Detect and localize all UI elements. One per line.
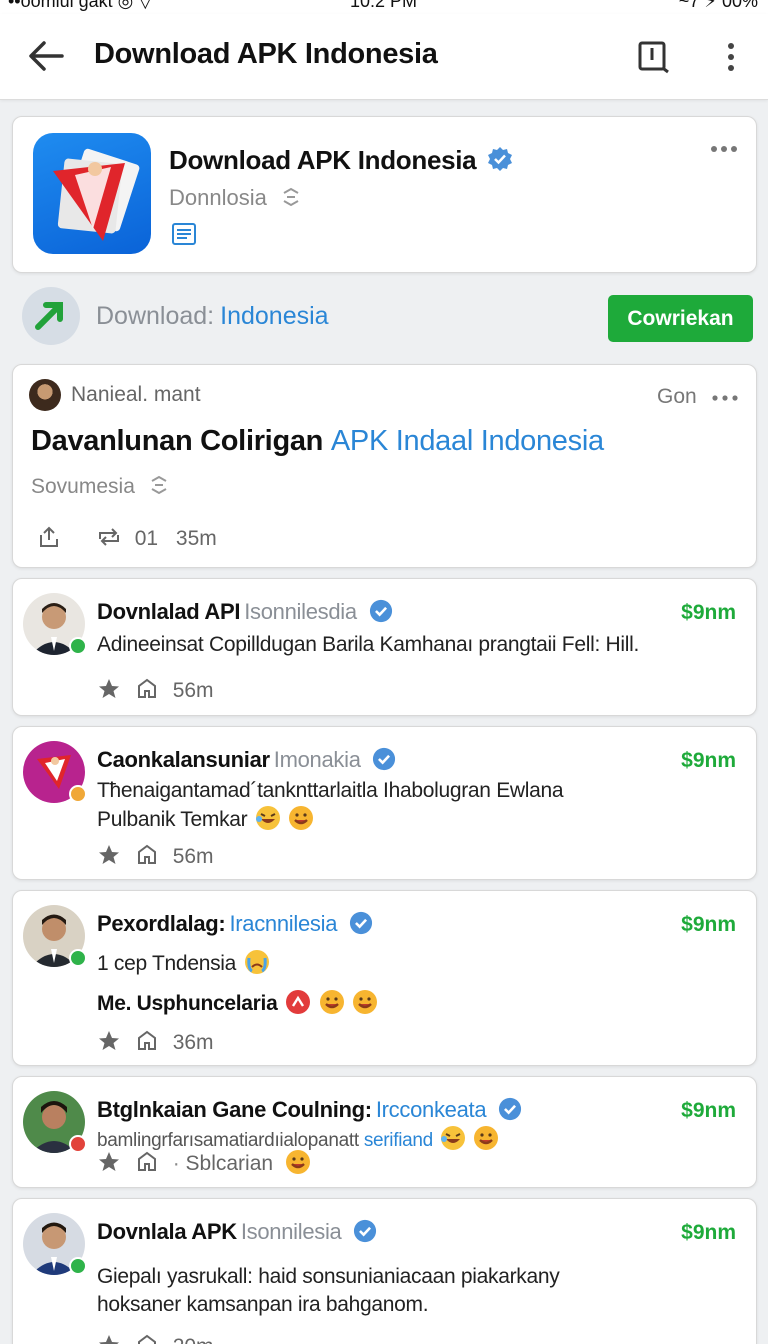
comment-actions: 36m <box>97 1029 214 1055</box>
comment-author[interactable]: Caonkalansuniar Imonakia <box>97 747 396 773</box>
verified-badge-icon <box>349 911 373 935</box>
star-icon[interactable] <box>97 843 121 867</box>
crying-emoji-icon <box>244 950 269 974</box>
refresh-icon <box>151 475 167 495</box>
post-headline[interactable]: Davanlunan Colirigan APK Indaal Indonesi… <box>31 425 604 458</box>
comment-text: bamlingrfarısamatiardıialopanatt serifia… <box>97 1125 499 1152</box>
comment-author[interactable]: Dovnlala APK Isonnilesia <box>97 1219 377 1245</box>
repost-icon[interactable] <box>135 1029 159 1053</box>
comment-actions: 20m <box>97 1333 214 1344</box>
download-strip: Download: Indonesia Cowriekan <box>0 284 768 352</box>
download-button[interactable]: Cowriekan <box>608 295 753 342</box>
comment-actions: 56m <box>97 843 214 869</box>
verified-badge-icon <box>373 747 396 771</box>
red-emoji-icon <box>286 990 311 1014</box>
verified-badge-icon <box>488 147 513 171</box>
profile-card: Download APK Indonesia Donnlosia <box>12 116 757 273</box>
status-badge-icon <box>69 785 87 803</box>
comment-time: $9nm <box>681 1221 736 1244</box>
comment-text: 1 cep Tndensia <box>97 949 270 976</box>
post-age: 35m <box>175 527 217 550</box>
comment-time: $9nm <box>681 913 736 936</box>
comment-card[interactable]: Caonkalansuniar Imonakia $9nm Tħenaiganta… <box>12 726 757 880</box>
back-arrow-icon[interactable] <box>26 38 66 74</box>
share-icon[interactable] <box>37 525 61 549</box>
comment-author[interactable]: Pexordlalag: Iracnnilesia <box>97 911 373 937</box>
status-badge-icon <box>69 1135 87 1153</box>
app-bar: Download APK Indonesia <box>0 14 768 100</box>
star-icon[interactable] <box>97 1029 121 1053</box>
post-actions: 01 35m <box>37 525 217 551</box>
document-icon[interactable] <box>171 221 197 247</box>
download-region[interactable]: Indonesia <box>220 302 328 330</box>
comment-age: 56m <box>172 679 214 702</box>
profile-subtitle: Donnlosia <box>169 185 303 211</box>
featured-post[interactable]: Nanieal. mant Gon Davanlunan Colirigan A… <box>12 364 757 568</box>
more-horizontal-icon[interactable] <box>709 141 743 157</box>
star-icon[interactable] <box>97 677 121 701</box>
verified-badge-icon <box>354 1219 377 1243</box>
comment-time: $9nm <box>681 749 736 772</box>
repost-icon[interactable] <box>135 1333 159 1344</box>
comment-time: $9nm <box>681 601 736 624</box>
comment-age: Sblcarian <box>185 1152 274 1175</box>
smile-emoji-icon <box>473 1126 498 1150</box>
post-count: 01 <box>134 527 159 550</box>
app-logo-icon <box>33 133 151 254</box>
comment-age: 56m <box>172 845 214 868</box>
laughing-emoji-icon <box>440 1126 465 1150</box>
post-source: Sovumesia <box>31 473 171 499</box>
status-bar: ••oomiul gakt ◎ ▽ 10:2 PM ~7 ⚡ 00% <box>0 0 768 14</box>
repost-icon[interactable] <box>135 843 159 867</box>
download-arrow-icon <box>22 287 80 345</box>
laughing-emoji-icon <box>255 806 280 830</box>
status-carrier: ••oomiul gakt ◎ ▽ <box>8 0 153 11</box>
download-label: Download: Indonesia <box>96 302 329 330</box>
comment-text-line-2: hoksaner kamsanpan ira bahganom. <box>97 1293 429 1316</box>
post-time: Gon <box>657 385 697 408</box>
online-badge-icon <box>69 637 87 655</box>
verified-badge-icon <box>369 599 392 623</box>
smile-emoji-icon <box>353 990 378 1014</box>
comment-text: Adineeinsat Copilldugan Barila Kamhanaı … <box>97 633 640 656</box>
bookmark-icon[interactable] <box>634 38 672 76</box>
smile-emoji-icon <box>289 806 314 830</box>
star-icon[interactable] <box>97 1150 121 1174</box>
repost-icon[interactable] <box>135 677 159 701</box>
page-title: Download APK Indonesia <box>94 38 438 70</box>
smile-emoji-icon <box>319 990 344 1014</box>
online-badge-icon <box>69 1257 87 1275</box>
repost-icon[interactable] <box>97 525 121 549</box>
repost-icon[interactable] <box>135 1150 159 1174</box>
post-author[interactable]: Nanieal. mant <box>71 383 201 407</box>
profile-name: Download APK Indonesia <box>169 145 513 176</box>
more-horizontal-icon[interactable] <box>711 391 739 403</box>
comment-actions: 56m <box>97 677 214 703</box>
comment-text: Giepalı yasrukall: haid sonsunianiacaan … <box>97 1265 560 1288</box>
online-badge-icon <box>69 949 87 967</box>
comment-actions: · Sblcarian <box>97 1149 311 1176</box>
verified-badge-icon <box>499 1097 522 1121</box>
avatar[interactable] <box>29 379 61 411</box>
smile-emoji-icon <box>285 1150 310 1174</box>
comment-author[interactable]: Dovnlalad API Isonnilesdia <box>97 599 393 625</box>
comment-card[interactable]: Btglnkaian Gane Coulning: Ircconkeata $9n… <box>12 1076 757 1188</box>
refresh-icon <box>283 187 299 207</box>
comment-author[interactable]: Btglnkaian Gane Coulning: Ircconkeata <box>97 1097 522 1123</box>
status-battery: ~7 ⚡ 00% <box>678 0 758 11</box>
comment-card[interactable]: Dovnlalad API Isonnilesdia $9nm Adineeins… <box>12 578 757 716</box>
comment-text: Tħenaigantamad´tanknttarlaitla Ihabolugr… <box>97 779 564 802</box>
comment-text-line-2: Pulbanik Temkar <box>97 805 314 832</box>
comment-age: 36m <box>172 1031 214 1054</box>
comment-text-line-2: Me. Usphuncelaria <box>97 989 378 1016</box>
star-icon[interactable] <box>97 1333 121 1344</box>
comment-card[interactable]: Dovnlala APK Isonnilesia $9nm Giepalı yas… <box>12 1198 757 1344</box>
comment-card[interactable]: Pexordlalag: Iracnnilesia $9nm 1 cep Tnde… <box>12 890 757 1066</box>
comment-age: 20m <box>173 1335 214 1344</box>
comment-time: $9nm <box>681 1099 736 1122</box>
status-time: 10:2 PM <box>350 0 418 11</box>
more-vertical-icon[interactable] <box>716 38 746 76</box>
